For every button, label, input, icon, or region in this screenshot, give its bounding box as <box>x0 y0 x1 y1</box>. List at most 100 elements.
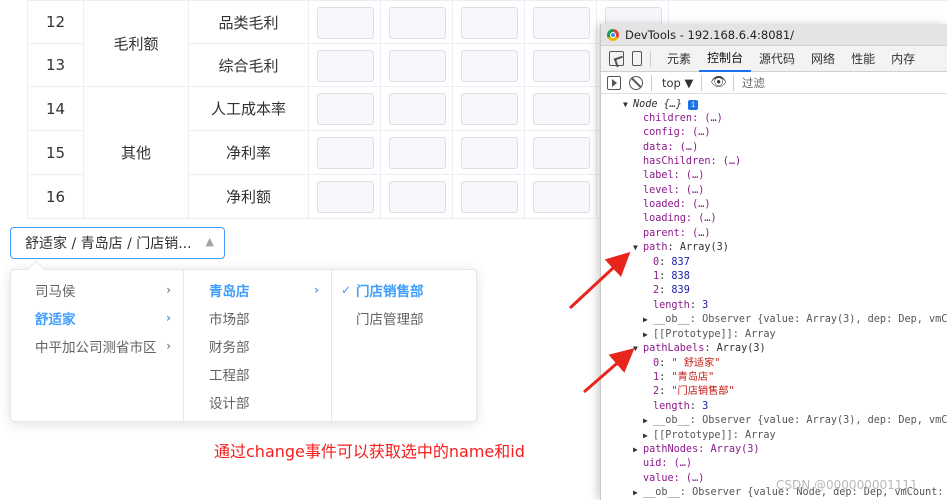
console-line[interactable]: 1: 838 <box>653 270 690 284</box>
prototype-line: [[Prototype]]: Array <box>653 329 776 340</box>
value-input[interactable] <box>317 181 374 213</box>
console-line[interactable]: children: (…) <box>643 112 723 126</box>
tab-network[interactable]: 网络 <box>803 46 843 72</box>
console-line[interactable]: 1: "青岛店" <box>653 371 714 385</box>
console-line[interactable]: ▶ [[Prototype]]: Array <box>643 429 776 443</box>
console-line[interactable]: value: (…) <box>643 472 704 486</box>
observer-line: __ob__: Observer {value: Array(3), dep: … <box>653 415 947 426</box>
row-number: 14 <box>45 99 66 118</box>
filter-input[interactable]: 过滤 <box>738 74 943 92</box>
option-label: 门店管理部 <box>356 312 424 328</box>
tab-performance[interactable]: 性能 <box>843 46 883 72</box>
row-number: 16 <box>45 187 66 206</box>
console-line[interactable]: ▶ [[Prototype]]: Array <box>643 328 776 342</box>
console-line[interactable]: ▶ __ob__: Observer {value: Array(3), dep:… <box>643 313 947 327</box>
array-value: "青岛店" <box>671 372 715 383</box>
cascader-input[interactable]: 舒适家 / 青岛店 / 门店销... ▲ <box>10 227 225 259</box>
value-input[interactable] <box>389 7 446 39</box>
cascader-menu-level-2: 青岛店 › 市场部 财务部 工程部 设计部 <box>184 270 332 421</box>
row-number: 12 <box>45 13 66 31</box>
console-line[interactable]: 0: " 舒适家" <box>653 357 720 371</box>
annotation-caption: 通过change事件可以获取选中的name和id <box>214 442 525 461</box>
console-line[interactable]: data: (…) <box>643 141 698 155</box>
cascader-menu-level-1: 司马侯 › 舒适家 › 中平加公司测省市区 › <box>11 270 184 421</box>
cascader-option[interactable]: 财务部 <box>184 332 331 360</box>
metric-cell: 人工成本率 <box>189 87 309 131</box>
inspect-element-icon[interactable] <box>609 51 624 66</box>
console-line[interactable]: length: 3 <box>653 400 708 414</box>
value-input[interactable] <box>533 50 590 82</box>
value-input[interactable] <box>461 137 518 169</box>
eye-icon[interactable]: 👁 <box>710 75 727 90</box>
clear-console-icon[interactable] <box>629 75 643 90</box>
property-value: 3 <box>702 300 709 311</box>
cascader-option[interactable]: 舒适家 › <box>11 304 183 332</box>
chevron-right-icon: › <box>166 283 171 297</box>
metric-cell: 净利额 <box>189 175 309 219</box>
console-line[interactable]: length: 3 <box>653 299 708 313</box>
console-line[interactable]: ▶ pathNodes: Array(3) <box>633 443 760 457</box>
device-toolbar-icon[interactable] <box>632 51 642 66</box>
property-value: Array(3) <box>716 343 766 354</box>
sidebar-toggle-icon[interactable] <box>607 75 621 90</box>
cascader-option[interactable]: 市场部 <box>184 304 331 332</box>
value-input[interactable] <box>317 137 374 169</box>
console-line[interactable]: loaded: (…) <box>643 198 710 212</box>
console-line[interactable]: 2: 839 <box>653 284 690 298</box>
array-value: "门店销售部" <box>671 386 735 397</box>
value-input[interactable] <box>461 93 518 125</box>
array-value: 839 <box>671 285 690 296</box>
value-input[interactable] <box>389 93 446 125</box>
value-cell <box>525 1 597 44</box>
console-line[interactable]: loading: (…) <box>643 212 717 226</box>
console-line[interactable]: level: (…) <box>643 184 704 198</box>
devtools-title: DevTools - 192.168.6.4:8081/ <box>625 27 795 42</box>
console-line[interactable]: config: (…) <box>643 126 710 140</box>
tab-elements[interactable]: 元素 <box>659 46 699 72</box>
context-selector[interactable]: top ▼ <box>656 76 699 90</box>
array-index: 1 <box>653 372 660 383</box>
metric-label: 综合毛利 <box>218 56 279 75</box>
cascader-option[interactable]: 设计部 <box>184 388 331 416</box>
console-line[interactable]: hasChildren: (…) <box>643 155 741 169</box>
cascader-option[interactable]: 工程部 <box>184 360 331 388</box>
tab-console[interactable]: 控制台 <box>699 46 752 72</box>
value-input[interactable] <box>389 137 446 169</box>
cascader-option[interactable]: 中平加公司测省市区 › <box>11 332 183 360</box>
value-input[interactable] <box>533 7 590 39</box>
array-value: 837 <box>671 257 690 268</box>
value-input[interactable] <box>461 181 518 213</box>
value-input[interactable] <box>317 7 374 39</box>
node-object: Node {…} <box>633 99 683 110</box>
console-line[interactable]: parent: (…) <box>643 227 710 241</box>
console-line[interactable]: 0: 837 <box>653 256 690 270</box>
console-line[interactable]: ▼ pathLabels: Array(3) <box>633 342 766 356</box>
tab-memory[interactable]: 内存 <box>883 46 923 72</box>
property-key: length <box>653 401 690 412</box>
console-line[interactable]: 2: "门店销售部" <box>653 385 735 399</box>
cascader-option[interactable]: 司马侯 › <box>11 276 183 304</box>
console-line[interactable]: uid: (…) <box>643 457 692 471</box>
value-input[interactable] <box>533 181 590 213</box>
cascader-option[interactable]: ✓ 门店销售部 <box>332 276 476 304</box>
collapse-triangle-icon: ▶ <box>633 445 638 454</box>
value-input[interactable] <box>461 50 518 82</box>
value-input[interactable] <box>389 50 446 82</box>
value-input[interactable] <box>389 181 446 213</box>
group-label: 毛利额 <box>113 35 159 53</box>
tab-sources[interactable]: 源代码 <box>751 46 803 72</box>
console-line[interactable]: ▶ __ob__: Observer {value: Array(3), dep:… <box>643 414 947 428</box>
console-line[interactable]: ▼ Node {…} i <box>623 98 699 112</box>
property-key: pathLabels <box>643 343 705 354</box>
console-line[interactable]: label: (…) <box>643 169 704 183</box>
value-input[interactable] <box>317 50 374 82</box>
value-input[interactable] <box>533 93 590 125</box>
value-input[interactable] <box>461 7 518 39</box>
value-cell <box>381 44 453 87</box>
value-cell <box>309 1 381 44</box>
cascader-option[interactable]: 门店管理部 <box>332 304 476 332</box>
value-input[interactable] <box>533 137 590 169</box>
cascader-option[interactable]: 青岛店 › <box>184 276 331 304</box>
value-input[interactable] <box>317 93 374 125</box>
value-cell <box>525 131 597 175</box>
